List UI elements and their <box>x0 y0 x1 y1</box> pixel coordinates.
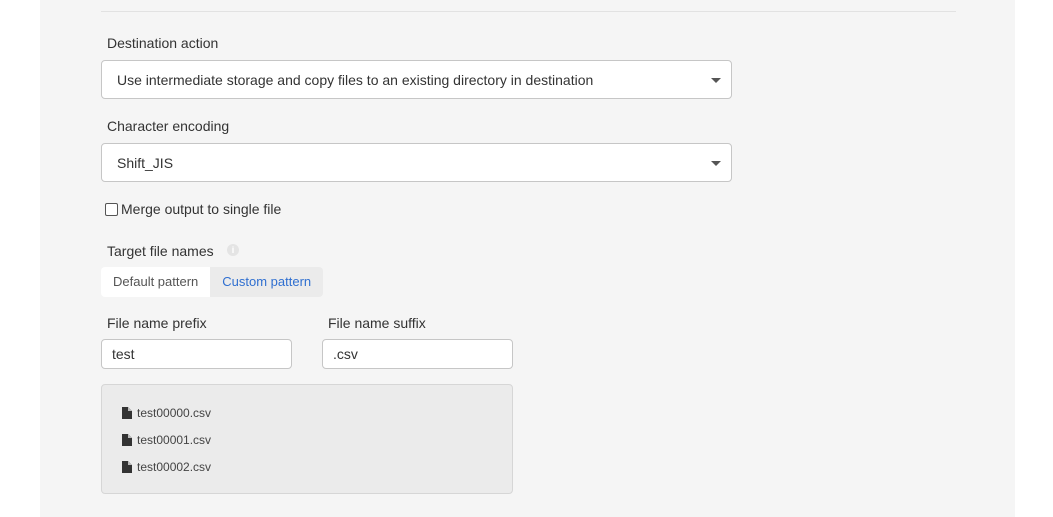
list-item: test00001.csv <box>122 432 211 448</box>
file-name-prefix-label: File name prefix <box>107 315 207 331</box>
list-item: test00002.csv <box>122 459 211 475</box>
caret-down-icon <box>711 161 721 166</box>
merge-output-label[interactable]: Merge output to single file <box>121 201 281 217</box>
target-file-names-toggle: Default pattern Custom pattern <box>101 267 324 297</box>
tab-default-pattern[interactable]: Default pattern <box>101 267 211 297</box>
destination-action-label: Destination action <box>107 35 219 51</box>
merge-output-checkbox[interactable] <box>105 202 118 216</box>
file-name: test00002.csv <box>137 460 212 474</box>
file-name: test00001.csv <box>137 433 212 447</box>
file-name-preview: test00000.csv test00001.csv test00002.cs… <box>101 384 513 494</box>
file-name-suffix-input[interactable]: .csv <box>322 339 513 369</box>
section-divider <box>101 11 956 12</box>
file-icon <box>122 461 132 473</box>
target-file-names-label: Target file names <box>107 243 214 259</box>
file-name: test00000.csv <box>137 406 212 420</box>
destination-action-select[interactable]: Use intermediate storage and copy files … <box>101 60 732 99</box>
file-icon <box>122 407 132 419</box>
merge-output-row[interactable]: Merge output to single file <box>105 200 281 218</box>
character-encoding-value: Shift_JIS <box>117 155 174 171</box>
caret-down-icon <box>711 78 721 83</box>
file-name-suffix-label: File name suffix <box>328 315 426 331</box>
file-name-prefix-input[interactable]: test <box>101 339 292 369</box>
character-encoding-label: Character encoding <box>107 118 230 134</box>
list-item: test00000.csv <box>122 405 211 421</box>
file-icon <box>122 434 132 446</box>
info-icon[interactable]: i <box>227 244 239 256</box>
tab-custom-pattern[interactable]: Custom pattern <box>210 267 324 297</box>
destination-action-value: Use intermediate storage and copy files … <box>117 72 594 88</box>
character-encoding-select[interactable]: Shift_JIS <box>101 143 732 182</box>
